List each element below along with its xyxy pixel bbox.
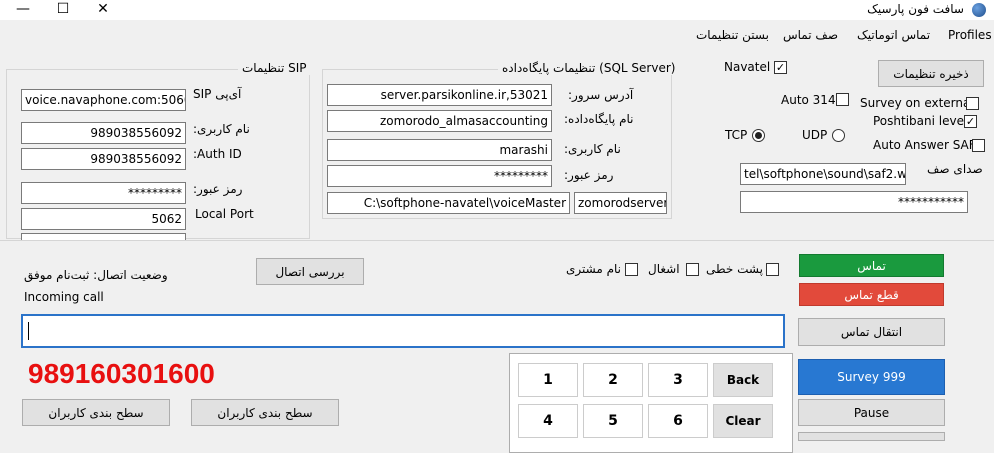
sql-db-label: نام پایگاه‌داده: xyxy=(564,112,634,126)
incoming-call-text: Incoming call xyxy=(24,290,104,304)
survey-external-checkbox[interactable] xyxy=(966,97,979,110)
auto-answer-checkbox[interactable] xyxy=(972,139,985,152)
udp-radio[interactable] xyxy=(832,129,845,142)
busy-label: اشغال xyxy=(648,262,680,276)
keypad-4[interactable]: 4 xyxy=(518,404,578,438)
keypad-5[interactable]: 5 xyxy=(583,404,643,438)
keypad-clear-button[interactable]: Clear xyxy=(713,404,773,438)
call-button[interactable]: تماس xyxy=(799,254,944,277)
customer-name-label: نام مشتری xyxy=(566,262,622,276)
hangup-button[interactable]: قطع تماس xyxy=(799,283,944,306)
local-port-label: Local Port xyxy=(195,207,254,221)
user-level-button-1[interactable]: سطح بندی کاربران xyxy=(22,399,170,426)
check-icon: ✓ xyxy=(965,115,976,128)
phone-number-display: 989160301600 xyxy=(28,358,215,389)
sql-user-label: نام کاربری: xyxy=(564,142,621,156)
survey-999-button[interactable]: Survey 999 xyxy=(798,359,945,395)
menu-close-settings[interactable]: بستن تنظیمات xyxy=(696,28,769,42)
sip-username-field[interactable]: 989038556092 xyxy=(21,122,186,144)
keypad-3[interactable]: 3 xyxy=(648,363,708,397)
sql-server-label: آدرس سرور: xyxy=(568,88,634,102)
sip-password-label: رمز عبور: xyxy=(193,182,243,196)
user-level-button-2[interactable]: سطح بندی کاربران xyxy=(191,399,339,426)
sip-username-label: نام کاربری: xyxy=(193,122,250,136)
queue-sound-field[interactable]: tel\softphone\sound\saf2.wav xyxy=(740,163,906,185)
backline-label: پشت خطی xyxy=(706,262,763,276)
sip-password-field[interactable]: ********* xyxy=(21,182,186,204)
extra-password-field[interactable]: *********** xyxy=(740,191,968,213)
menu-bar: Profiles تماس اتوماتیک صف تماس بستن تنظی… xyxy=(0,22,994,48)
sql-db-field[interactable]: zomorodo_almasaccounting xyxy=(327,110,552,132)
customer-name-checkbox[interactable] xyxy=(625,263,638,276)
transfer-call-button[interactable]: انتقال تماس xyxy=(798,318,945,346)
close-icon: ✕ xyxy=(97,1,109,17)
title-bar: — ☐ ✕ سافت فون پارسیک xyxy=(0,0,994,20)
voice-master-path-field[interactable]: C:\softphone-navatel\voiceMaster xyxy=(327,192,570,214)
auto314-label: Auto 314 xyxy=(781,93,836,107)
sql-server-field[interactable]: server.parsikonline.ir,53021 xyxy=(327,84,552,106)
sip-ip-field[interactable]: voice.navaphone.com:5060 xyxy=(21,89,186,111)
keypad-2[interactable]: 2 xyxy=(583,363,643,397)
save-settings-button[interactable]: ذخیره تنظیمات xyxy=(878,60,984,87)
sql-password-label: رمز عبور: xyxy=(564,168,614,182)
sql-server-name-field[interactable]: zomorodserver xyxy=(574,192,667,214)
navatel-label: Navatel xyxy=(724,60,771,74)
queue-sound-label: صدای صف xyxy=(927,162,983,176)
sql-user-field[interactable]: marashi xyxy=(327,139,552,161)
auto314-checkbox[interactable] xyxy=(836,93,849,106)
sip-ip-label: آی‌پی SIP xyxy=(193,87,242,101)
auth-id-field[interactable]: 989038556092 xyxy=(21,148,186,170)
menu-auto-call[interactable]: تماس اتوماتیک xyxy=(857,28,930,42)
auth-id-label: Auth ID: xyxy=(193,147,242,161)
poshtibani-label: Poshtibani level xyxy=(873,114,968,128)
sql-settings-title: تنظیمات پایگاه‌داده (SQL Server) xyxy=(498,61,680,75)
survey-external-label: Survey on external xyxy=(860,96,974,110)
udp-label: UDP xyxy=(802,128,828,142)
tcp-label: TCP xyxy=(725,128,748,142)
close-button[interactable]: ✕ xyxy=(80,0,126,20)
local-port-field[interactable]: 5062 xyxy=(21,208,186,230)
app-icon xyxy=(972,3,986,17)
sql-password-field[interactable]: ********* xyxy=(327,165,552,187)
keypad-1[interactable]: 1 xyxy=(518,363,578,397)
navatel-checkbox[interactable]: ✓ xyxy=(774,61,787,74)
section-separator xyxy=(0,240,994,241)
number-input[interactable] xyxy=(21,314,785,348)
backline-checkbox[interactable] xyxy=(766,263,779,276)
menu-profiles[interactable]: Profiles xyxy=(948,28,992,42)
auto-answer-label: Auto Answer SAF xyxy=(873,138,976,152)
hold-button[interactable] xyxy=(798,432,945,441)
poshtibani-checkbox[interactable]: ✓ xyxy=(964,115,977,128)
text-cursor xyxy=(28,322,29,340)
busy-checkbox[interactable] xyxy=(686,263,699,276)
tcp-radio[interactable] xyxy=(752,129,765,142)
check-icon: ✓ xyxy=(775,61,786,74)
pause-button[interactable]: Pause xyxy=(798,399,945,426)
keypad-back-button[interactable]: Back xyxy=(713,363,773,397)
window-title: سافت فون پارسیک xyxy=(867,2,964,16)
connection-status: وضعیت اتصال: ثبت‌نام موفق xyxy=(24,268,168,282)
menu-call-queue[interactable]: صف تماس xyxy=(783,28,838,42)
check-connection-button[interactable]: بررسی اتصال xyxy=(256,258,364,285)
sip-settings-title: تنظیمات SIP xyxy=(238,61,311,75)
keypad-6[interactable]: 6 xyxy=(648,404,708,438)
